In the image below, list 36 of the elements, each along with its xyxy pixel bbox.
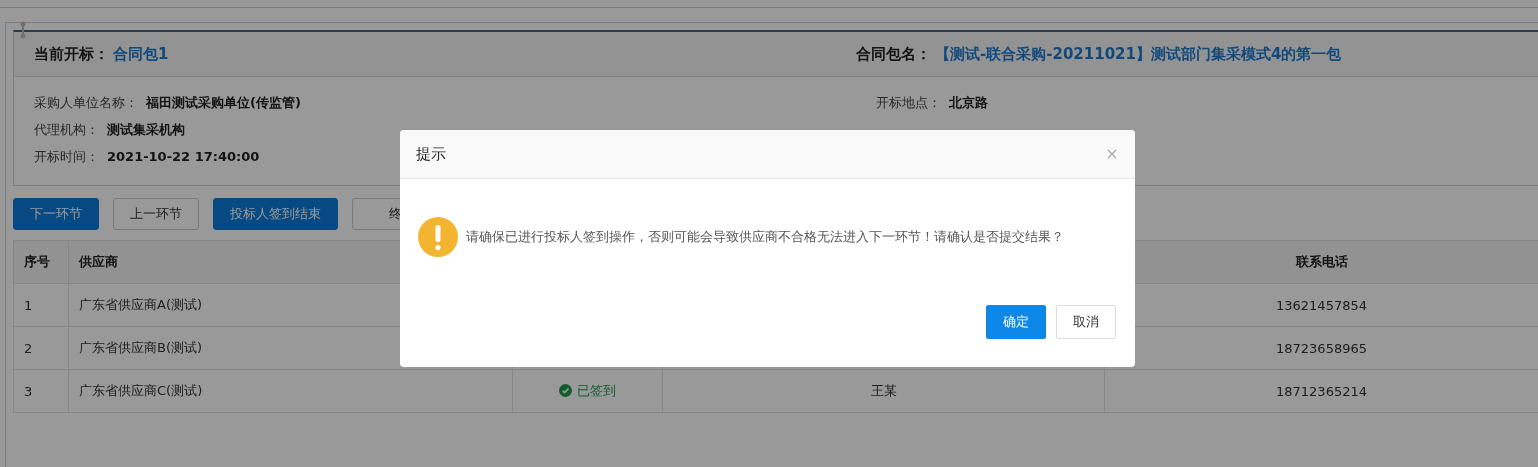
- column-header: 联系电话: [1295, 254, 1348, 269]
- current-bid-label: 当前开标：: [34, 44, 109, 64]
- dialog-title: 提示: [416, 144, 446, 164]
- table-cell: 广东省供应商A(测试): [79, 297, 203, 312]
- dialog-button[interactable]: 取消: [1056, 305, 1116, 339]
- warning-icon: [418, 217, 458, 257]
- info-value: 福田测试采购单位(传监管): [146, 93, 301, 112]
- info-label: 开标地点：: [876, 93, 941, 112]
- info-label: 代理机构：: [34, 120, 99, 139]
- dialog-message: 请确保已进行投标人签到操作，否则可能会导致供应商不合格无法进入下一环节！请确认是否提交结果？: [466, 228, 1064, 246]
- check-circle-icon: [559, 384, 572, 398]
- table-cell: 2: [24, 340, 33, 356]
- table-cell: 3: [24, 383, 33, 399]
- table-cell: 王某: [870, 383, 897, 398]
- status-text: 已签到: [577, 381, 616, 400]
- info-value: 测试集采机构: [107, 120, 185, 139]
- dialog-button[interactable]: 确定: [986, 305, 1046, 339]
- info-label: 采购人单位名称：: [34, 93, 138, 112]
- table-cell: 13621457854: [1276, 297, 1367, 313]
- info-value: 北京路: [949, 93, 988, 112]
- action-button[interactable]: 下一环节: [13, 198, 99, 230]
- table-cell: 广东省供应商B(测试): [79, 340, 203, 355]
- table-cell: 18712365214: [1276, 383, 1367, 399]
- action-button[interactable]: 上一环节: [113, 198, 199, 230]
- table-cell: 18723658965: [1276, 340, 1367, 356]
- action-button[interactable]: 投标人签到结束: [213, 198, 338, 230]
- info-value: 2021-10-22 17:40:00: [107, 149, 260, 164]
- table-cell: 广东省供应商C(测试): [79, 383, 203, 398]
- package-name-value: 【测试-联合采购-20211021】测试部门集采模式4的第一包: [935, 44, 1342, 64]
- close-icon[interactable]: [1107, 149, 1117, 159]
- package-name-label: 合同包名：: [856, 44, 931, 64]
- column-header: 序号: [24, 254, 50, 269]
- info-label: 开标时间：: [34, 147, 99, 166]
- column-header: 供应商: [79, 254, 118, 269]
- current-bid-value: 合同包1: [113, 44, 169, 64]
- table-cell: 1: [24, 297, 33, 313]
